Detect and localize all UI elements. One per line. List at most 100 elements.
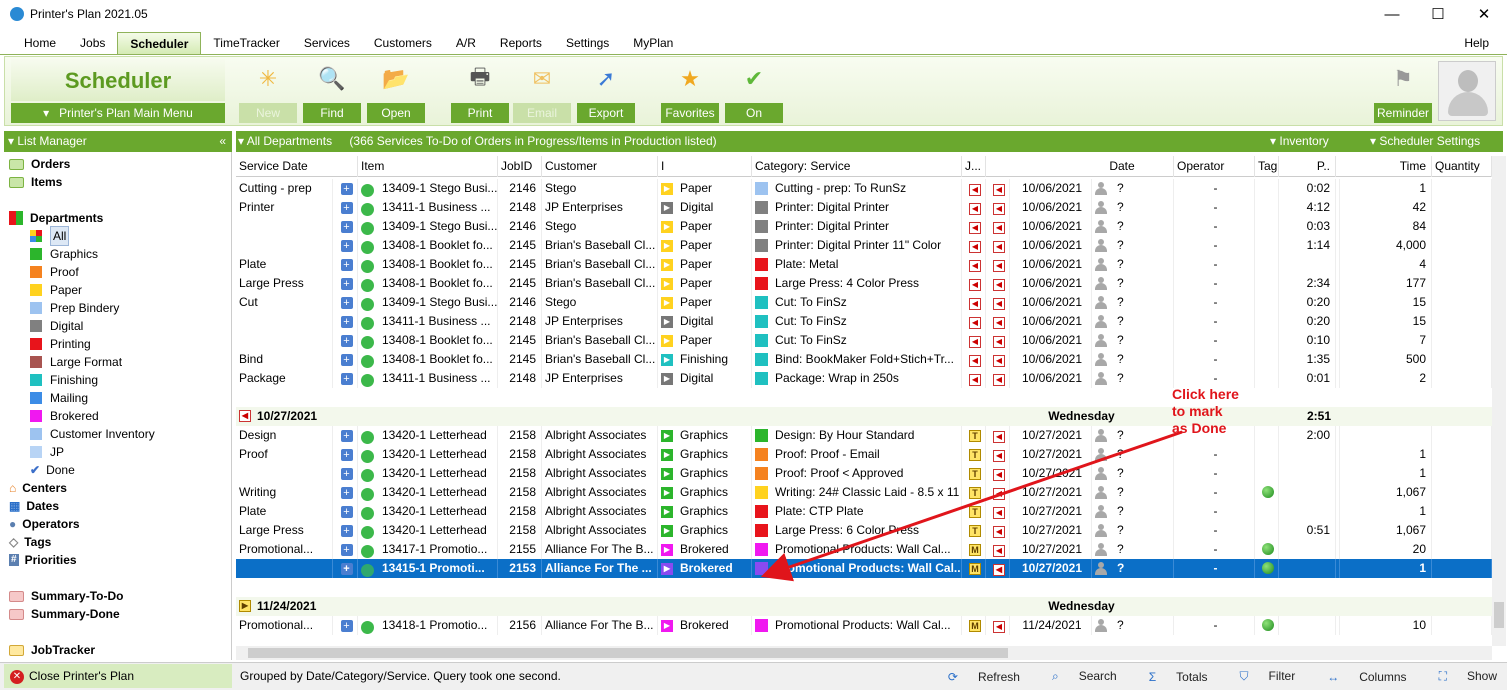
tree-dept-large-format[interactable]: Large Format <box>30 353 122 371</box>
find-button[interactable]: 🔍 Find <box>303 61 361 123</box>
status-arrow-icon[interactable]: ◀ <box>969 279 981 291</box>
table-row[interactable]: Cutting - prep +13409-1 Stego Busi... 2146… <box>236 179 1492 198</box>
horizontal-scrollbar[interactable] <box>236 646 1492 660</box>
expand-icon[interactable]: + <box>340 525 353 537</box>
column-header[interactable]: P.. <box>1279 156 1336 177</box>
table-row[interactable]: Plate +13408-1 Booklet fo... 2145 Brian's B… <box>236 255 1492 274</box>
menu-reports[interactable]: Reports <box>488 32 554 54</box>
done-arrow-icon[interactable]: ◀ <box>993 222 1005 234</box>
operator-icon[interactable] <box>1095 182 1107 195</box>
reminder-button[interactable]: ⚑ Reminder <box>1374 61 1432 123</box>
operator-icon[interactable] <box>1095 467 1107 480</box>
menu-settings[interactable]: Settings <box>554 32 621 54</box>
expand-icon[interactable]: + <box>340 620 353 632</box>
status-badge-icon[interactable]: T <box>969 525 981 537</box>
done-arrow-icon[interactable]: ◀ <box>993 488 1005 500</box>
done-arrow-icon[interactable]: ◀ <box>993 336 1005 348</box>
table-row[interactable]: Large Press +13408-1 Booklet fo... 2145 Bri… <box>236 274 1492 293</box>
status-badge-icon[interactable]: T <box>969 449 981 461</box>
department-dropdown[interactable]: ▾ All Departments <box>236 134 332 148</box>
table-row[interactable]: Printer +13411-1 Business ... 2148 JP Enter… <box>236 198 1492 217</box>
operator-icon[interactable] <box>1095 543 1107 556</box>
status-arrow-icon[interactable]: ◀ <box>969 374 981 386</box>
operator-icon[interactable] <box>1095 524 1107 537</box>
column-header[interactable]: Time <box>1336 156 1432 177</box>
group-toggle-icon[interactable]: ◀ <box>239 410 251 422</box>
operator-icon[interactable] <box>1095 201 1107 214</box>
expand-icon[interactable]: + <box>340 297 353 309</box>
main-menu-button[interactable]: ▾ Printer's Plan Main Menu <box>11 103 225 123</box>
scheduler-settings-dropdown[interactable]: ▾ Scheduler Settings <box>1370 131 1480 152</box>
tree-dept-all[interactable]: All <box>30 226 70 246</box>
status-arrow-icon[interactable]: ◀ <box>969 241 981 253</box>
expand-icon[interactable]: + <box>340 373 353 385</box>
menu-services[interactable]: Services <box>292 32 362 54</box>
operator-icon[interactable] <box>1095 334 1107 347</box>
favorites-button[interactable]: ★ Favorites <box>661 61 719 123</box>
list-manager-header[interactable]: ▾ List Manager « <box>4 131 232 152</box>
operator-icon[interactable] <box>1095 353 1107 366</box>
done-arrow-icon[interactable]: ◀ <box>993 526 1005 538</box>
column-header[interactable]: JobID <box>498 156 542 177</box>
group-header-row[interactable]: ▶ 11/24/2021 Wednesday <box>236 597 1492 616</box>
tree-dept-prep-bindery[interactable]: Prep Bindery <box>30 299 119 317</box>
menu-jobs[interactable]: Jobs <box>68 32 117 54</box>
tree-summary-todo[interactable]: Summary-To-Do <box>9 587 123 605</box>
status-badge-icon[interactable]: M <box>969 563 981 575</box>
tree-tags[interactable]: ◇ Tags <box>9 533 51 551</box>
menu-customers[interactable]: Customers <box>362 32 444 54</box>
operator-icon[interactable] <box>1095 562 1107 575</box>
expand-icon[interactable]: + <box>340 544 353 556</box>
status-badge-icon[interactable]: M <box>969 544 981 556</box>
print-button[interactable]: 🖶 Print <box>451 61 509 123</box>
filter-button[interactable]: ⛉ Filter <box>1224 669 1296 684</box>
expand-icon[interactable]: + <box>340 240 353 252</box>
status-badge-icon[interactable]: M <box>969 620 981 632</box>
on-button[interactable]: ✔ On <box>725 61 783 123</box>
column-header[interactable]: Customer <box>542 156 658 177</box>
tree-dept-done[interactable]: ✔ Done <box>30 461 75 479</box>
tree-operators[interactable]: ● Operators <box>9 515 80 533</box>
table-row[interactable]: Promotional... +13418-1 Promotio... 2156 Al… <box>236 616 1492 635</box>
table-row[interactable]: Plate +13420-1 Letterhead 2158 Albright Ass… <box>236 502 1492 521</box>
status-arrow-icon[interactable]: ◀ <box>969 260 981 272</box>
expand-icon[interactable]: + <box>340 278 353 290</box>
done-arrow-icon[interactable]: ◀ <box>993 184 1005 196</box>
operator-icon[interactable] <box>1095 372 1107 385</box>
table-row[interactable]: Proof +13420-1 Letterhead 2158 Albright Ass… <box>236 445 1492 464</box>
table-row[interactable]: Large Press +13420-1 Letterhead 2158 Albrig… <box>236 521 1492 540</box>
column-header[interactable]: Category: Service <box>752 156 962 177</box>
status-badge-icon[interactable]: T <box>969 506 981 518</box>
done-arrow-icon[interactable]: ◀ <box>993 298 1005 310</box>
table-row[interactable]: +13415-1 Promoti... 2153 Alliance For The … <box>236 559 1492 578</box>
tree-orders[interactable]: Orders <box>9 155 70 173</box>
done-arrow-icon[interactable]: ◀ <box>993 564 1005 576</box>
table-row[interactable]: +13411-1 Business ... 2148 JP Enterprises ▶… <box>236 312 1492 331</box>
status-arrow-icon[interactable]: ◀ <box>969 203 981 215</box>
column-header[interactable]: I <box>658 156 752 177</box>
maximize-button[interactable]: ☐ <box>1415 0 1461 28</box>
status-badge-icon[interactable]: T <box>969 487 981 499</box>
operator-icon[interactable] <box>1095 448 1107 461</box>
avatar[interactable] <box>1438 61 1496 121</box>
tree-dept-jp[interactable]: JP <box>30 443 64 461</box>
operator-icon[interactable] <box>1095 619 1107 632</box>
expand-icon[interactable]: + <box>340 354 353 366</box>
expand-icon[interactable]: + <box>340 430 353 442</box>
expand-icon[interactable]: + <box>340 563 353 575</box>
group-toggle-icon[interactable]: ▶ <box>239 600 251 612</box>
expand-icon[interactable]: + <box>340 202 353 214</box>
operator-icon[interactable] <box>1095 220 1107 233</box>
tree-dept-printing[interactable]: Printing <box>30 335 91 353</box>
vertical-scrollbar[interactable] <box>1492 156 1506 646</box>
expand-icon[interactable]: + <box>340 449 353 461</box>
tree-dates[interactable]: ▦ Dates <box>9 497 59 515</box>
group-header-row[interactable]: ◀ 10/27/2021 Wednesday 2:51 <box>236 407 1492 426</box>
done-arrow-icon[interactable]: ◀ <box>993 507 1005 519</box>
totals-button[interactable]: Σ Totals <box>1133 670 1208 684</box>
status-arrow-icon[interactable]: ◀ <box>969 336 981 348</box>
done-arrow-icon[interactable]: ◀ <box>993 203 1005 215</box>
operator-icon[interactable] <box>1095 296 1107 309</box>
table-row[interactable]: +13409-1 Stego Busi... 2146 Stego ▶ Paper Pri… <box>236 217 1492 236</box>
close-window-button[interactable]: ✕ <box>1461 0 1507 28</box>
